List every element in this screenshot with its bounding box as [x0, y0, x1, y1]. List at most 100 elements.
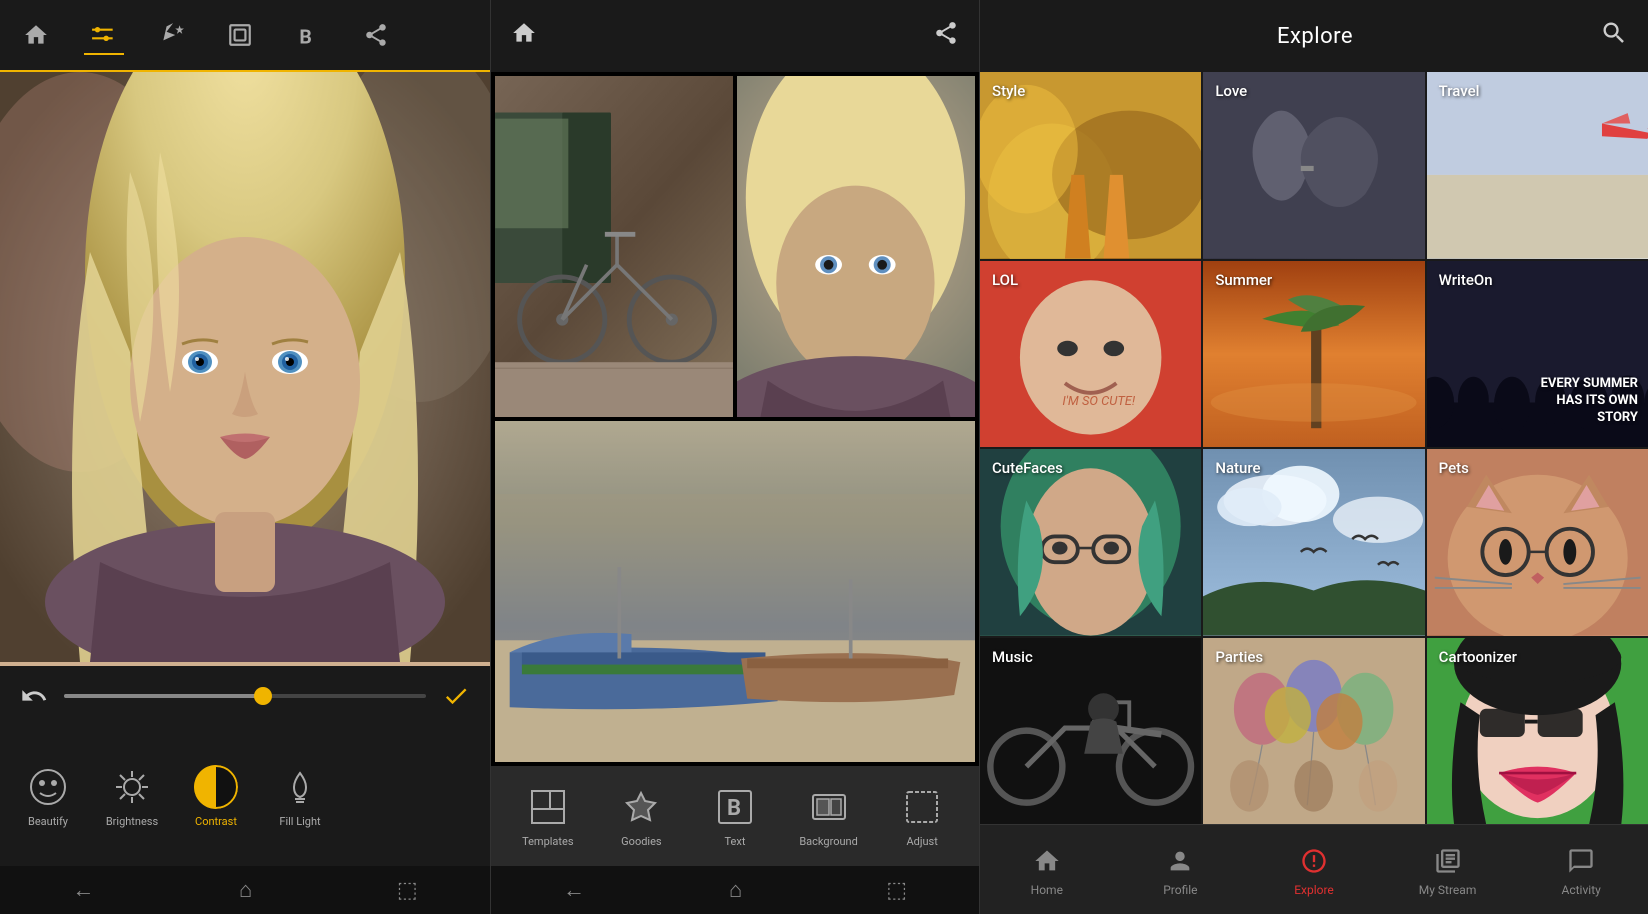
explore-categories-grid: Style Love [980, 72, 1648, 824]
nav-mystream-label: My Stream [1419, 883, 1477, 897]
lol-label: LOL [992, 271, 1018, 289]
contrast-tool[interactable]: Contrast [176, 757, 256, 836]
collage-cell-bike[interactable] [495, 76, 733, 417]
panel2-toolbar: Templates Goodies B Text [491, 766, 979, 866]
slider-row [0, 666, 490, 726]
mystream-icon [1430, 843, 1466, 879]
goodies-tool[interactable]: Goodies [606, 785, 676, 848]
explore-cell-music[interactable]: Music [980, 638, 1201, 825]
nav-explore-label: Explore [1294, 883, 1334, 897]
templates-label: Templates [522, 835, 573, 848]
home-nav-button[interactable]: ⌂ [239, 877, 252, 903]
beautify-label: Beautify [28, 815, 68, 828]
explore-title: Explore [1277, 24, 1353, 49]
nav-profile-label: Profile [1163, 883, 1197, 897]
nav-home-label: Home [1031, 883, 1063, 897]
filllight-icon [278, 765, 322, 809]
nav-mystream[interactable]: My Stream [1403, 843, 1493, 897]
panel3-nav-bar: Home Profile Explore My [980, 824, 1648, 914]
filllight-tool[interactable]: Fill Light [260, 757, 340, 836]
filllight-label: Fill Light [279, 815, 320, 828]
search-button[interactable] [1600, 19, 1628, 53]
background-tool[interactable]: Background [794, 785, 864, 848]
nav-activity[interactable]: Activity [1536, 843, 1626, 897]
svg-text:I'M SO CUTE!: I'M SO CUTE! [1062, 394, 1136, 409]
explore-cell-summer[interactable]: Summer [1203, 261, 1424, 448]
panel2-share-icon[interactable] [933, 20, 959, 52]
contrast-icon [194, 765, 238, 809]
recent-nav-button[interactable]: ⬚ [397, 878, 418, 903]
main-photo-area [0, 72, 490, 666]
templates-tool[interactable]: Templates [513, 785, 583, 848]
background-label: Background [799, 835, 857, 848]
slider-thumb[interactable] [254, 687, 272, 705]
explore-cell-writeon[interactable]: WriteOn EVERY SUMMERHAS ITS OWNSTORY [1427, 261, 1648, 448]
collage-cell-face[interactable] [737, 76, 975, 417]
explore-cell-love[interactable]: Love [1203, 72, 1424, 259]
text-nav-icon[interactable]: B [288, 15, 328, 55]
collage-cell-boats[interactable] [495, 421, 975, 762]
pets-label: Pets [1439, 459, 1469, 477]
nav-activity-label: Activity [1562, 883, 1601, 897]
contrast-label: Contrast [195, 815, 237, 828]
undo-button[interactable] [16, 678, 52, 714]
frame-nav-icon[interactable] [220, 15, 260, 55]
slider-fill [64, 694, 263, 698]
text-icon: B [713, 785, 757, 829]
brightness-tool[interactable]: Brightness [92, 757, 172, 836]
panel2-home-button[interactable]: ⌂ [729, 877, 742, 903]
activity-icon [1563, 843, 1599, 879]
home-nav-icon[interactable] [16, 15, 56, 55]
confirm-button[interactable] [438, 678, 474, 714]
panel2-home-icon[interactable] [511, 20, 537, 52]
tools-row: Beautify Brightness [0, 726, 490, 866]
brightness-icon [110, 765, 154, 809]
share-nav-icon[interactable] [356, 15, 396, 55]
adjust-nav-icon[interactable] [84, 15, 124, 55]
text-label: Text [725, 835, 746, 848]
writeon-quote: EVERY SUMMERHAS ITS OWNSTORY [1541, 376, 1638, 427]
explore-cell-pets[interactable]: Pets [1427, 449, 1648, 636]
back-nav-button[interactable]: ← [72, 877, 94, 903]
adjust-tool[interactable]: Adjust [887, 785, 957, 848]
templates-icon [526, 785, 570, 829]
travel-label: Travel [1439, 82, 1480, 100]
explore-cell-parties[interactable]: Parties [1203, 638, 1424, 825]
nav-profile[interactable]: Profile [1135, 843, 1225, 897]
explore-cell-cutefaces[interactable]: CuteFaces [980, 449, 1201, 636]
panel1-toolbar: Beautify Brightness [0, 666, 490, 866]
wand-nav-icon[interactable] [152, 15, 192, 55]
panel1-photo-editor: B [0, 0, 490, 914]
panel1-nav-bar: ← ⌂ ⬚ [0, 866, 490, 914]
explore-cell-style[interactable]: Style [980, 72, 1201, 259]
contrast-slider[interactable] [64, 694, 426, 698]
explore-cell-travel[interactable]: Travel [1427, 72, 1648, 259]
background-icon [807, 785, 851, 829]
beautify-icon [26, 765, 70, 809]
nav-home[interactable]: Home [1002, 843, 1092, 897]
panel2-recent-button[interactable]: ⬚ [886, 878, 907, 903]
style-label: Style [992, 82, 1025, 100]
summer-label: Summer [1215, 271, 1272, 289]
panel2-back-button[interactable]: ← [563, 877, 585, 903]
explore-cell-cartoonizer[interactable]: Cartoonizer [1427, 638, 1648, 825]
brightness-label: Brightness [106, 815, 158, 828]
text-tool[interactable]: B Text [700, 785, 770, 848]
profile-icon [1162, 843, 1198, 879]
explore-cell-lol[interactable]: I'M SO CUTE! LOL [980, 261, 1201, 448]
goodies-label: Goodies [621, 835, 661, 848]
explore-cell-nature[interactable]: Nature [1203, 449, 1424, 636]
nature-label: Nature [1215, 459, 1260, 477]
svg-text:B: B [727, 796, 741, 821]
cutefaces-label: CuteFaces [992, 459, 1063, 477]
nav-explore[interactable]: Explore [1269, 843, 1359, 897]
adjust-label: Adjust [906, 835, 937, 848]
writeon-label: WriteOn [1439, 271, 1493, 289]
love-label: Love [1215, 82, 1247, 100]
adjust-icon [900, 785, 944, 829]
beautify-tool[interactable]: Beautify [8, 757, 88, 836]
panel3-header: Explore [980, 0, 1648, 72]
svg-text:B: B [299, 26, 311, 48]
parties-label: Parties [1215, 648, 1263, 666]
cartoonizer-label: Cartoonizer [1439, 648, 1517, 666]
